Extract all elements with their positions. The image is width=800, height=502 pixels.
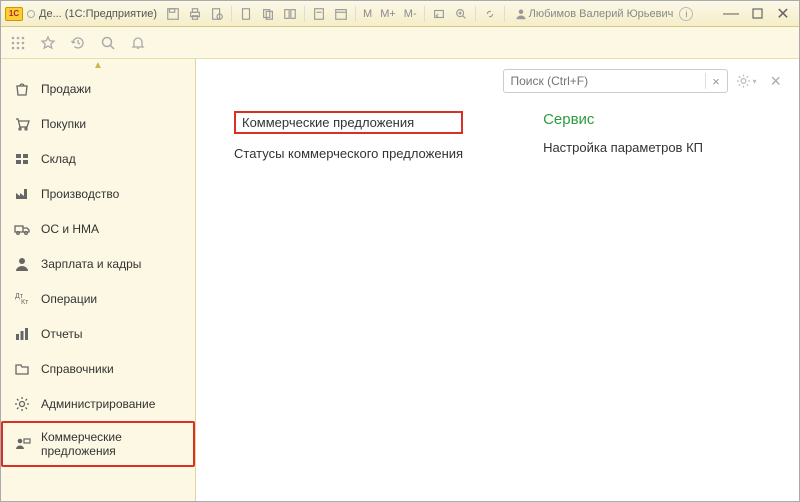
column-1: Коммерческие предложения Статусы коммерч…: [234, 111, 463, 161]
calendar-icon[interactable]: [333, 6, 349, 22]
sidebar-item-sales[interactable]: Продажи: [1, 71, 195, 106]
window-controls: — ✕: [719, 5, 795, 23]
info-badge[interactable]: i: [679, 7, 693, 21]
sidebar-item-label: Справочники: [41, 362, 114, 376]
heading-service: Сервис: [543, 111, 703, 128]
sidebar-item-production[interactable]: Производство: [1, 176, 195, 211]
close-panel-icon[interactable]: ×: [770, 71, 781, 92]
user-name: Любимов Валерий Юрьевич: [529, 8, 674, 20]
memory-m-minus[interactable]: M-: [403, 8, 418, 20]
sidebar-item-hr[interactable]: Зарплата и кадры: [1, 246, 195, 281]
sidebar-item-label: Покупки: [41, 117, 86, 131]
main-toolbar: × ▾ ×: [214, 69, 781, 93]
maximize-button[interactable]: [745, 5, 769, 23]
dropdown-icon[interactable]: [27, 10, 35, 18]
link-icon[interactable]: [482, 6, 498, 22]
zoom-icon[interactable]: [453, 6, 469, 22]
truck-icon: [13, 220, 31, 238]
sidebar-item-purchases[interactable]: Покупки: [1, 106, 195, 141]
star-icon[interactable]: [39, 34, 57, 52]
sidebar-item-label: ОС и НМА: [41, 222, 99, 236]
sidebar-item-catalogs[interactable]: Справочники: [1, 351, 195, 386]
toolbar: [1, 27, 799, 59]
memory-m-plus[interactable]: M+: [379, 8, 397, 20]
sidebar: ▲ Продажи Покупки Склад Производство ОС …: [1, 59, 196, 501]
content-columns: Коммерческие предложения Статусы коммерч…: [214, 111, 781, 161]
sidebar-item-label: Продажи: [41, 82, 91, 96]
person-icon: [13, 255, 31, 273]
chart-icon: [13, 325, 31, 343]
gear-icon: [13, 395, 31, 413]
print-icon[interactable]: [187, 6, 203, 22]
calc-icon[interactable]: [311, 6, 327, 22]
window-title: Де... (1С:Предприятие): [39, 8, 157, 20]
compare-icon[interactable]: [282, 6, 298, 22]
sidebar-item-label: Зарплата и кадры: [41, 257, 141, 271]
boxes-icon: [13, 150, 31, 168]
back-icon[interactable]: [431, 6, 447, 22]
journal-icon: ДтКт: [13, 290, 31, 308]
save-icon[interactable]: [165, 6, 181, 22]
sidebar-item-operations[interactable]: ДтКт Операции: [1, 281, 195, 316]
sidebar-item-reports[interactable]: Отчеты: [1, 316, 195, 351]
user-label[interactable]: Любимов Валерий Юрьевич: [515, 8, 674, 20]
minimize-button[interactable]: —: [719, 5, 743, 23]
search-box[interactable]: ×: [503, 69, 728, 93]
collapse-up-icon[interactable]: ▲: [1, 59, 195, 71]
body: ▲ Продажи Покупки Склад Производство ОС …: [1, 59, 799, 501]
sidebar-item-admin[interactable]: Администрирование: [1, 386, 195, 421]
caret-down-icon: ▾: [752, 77, 756, 86]
search-input[interactable]: [510, 74, 705, 88]
app-logo: 1C: [5, 7, 23, 21]
separator: [504, 6, 505, 22]
preview-icon[interactable]: [209, 6, 225, 22]
memory-m[interactable]: M: [362, 8, 373, 20]
sidebar-item-assets[interactable]: ОС и НМА: [1, 211, 195, 246]
sidebar-item-label: Операции: [41, 292, 97, 306]
sidebar-item-label: Администрирование: [41, 397, 155, 411]
svg-text:Кт: Кт: [21, 299, 29, 306]
titlebar: 1C Де... (1С:Предприятие) M M+ M- Любимо…: [1, 1, 799, 27]
separator: [355, 6, 356, 22]
sidebar-item-commercial-offers[interactable]: Коммерческие предложения: [1, 421, 195, 467]
sidebar-item-label: Коммерческие предложения: [41, 430, 181, 459]
folder-icon: [13, 360, 31, 378]
doc-icon[interactable]: [238, 6, 254, 22]
clear-icon[interactable]: ×: [705, 73, 721, 89]
cart-icon: [13, 115, 31, 133]
sidebar-item-warehouse[interactable]: Склад: [1, 141, 195, 176]
main-panel: × ▾ × Коммерческие предложения Статусы к…: [196, 59, 799, 501]
apps-icon[interactable]: [9, 34, 27, 52]
link-offer-statuses[interactable]: Статусы коммерческого предложения: [234, 146, 463, 161]
separator: [231, 6, 232, 22]
separator: [475, 6, 476, 22]
close-button[interactable]: ✕: [771, 5, 795, 23]
offers-icon: [15, 435, 31, 453]
column-2: Сервис Настройка параметров КП: [543, 111, 703, 161]
separator: [304, 6, 305, 22]
separator: [424, 6, 425, 22]
settings-icon[interactable]: ▾: [736, 72, 756, 90]
copy-icon[interactable]: [260, 6, 276, 22]
titlebar-left: 1C Де... (1С:Предприятие): [5, 7, 157, 21]
link-commercial-offers[interactable]: Коммерческие предложения: [234, 111, 463, 134]
link-kp-settings[interactable]: Настройка параметров КП: [543, 140, 703, 155]
sidebar-item-label: Отчеты: [41, 327, 82, 341]
bag-icon: [13, 80, 31, 98]
history-icon[interactable]: [69, 34, 87, 52]
sidebar-item-label: Производство: [41, 187, 119, 201]
bell-icon[interactable]: [129, 34, 147, 52]
factory-icon: [13, 185, 31, 203]
titlebar-tools: M M+ M- Любимов Валерий Юрьевич i: [165, 6, 693, 22]
search-icon[interactable]: [99, 34, 117, 52]
sidebar-item-label: Склад: [41, 152, 76, 166]
